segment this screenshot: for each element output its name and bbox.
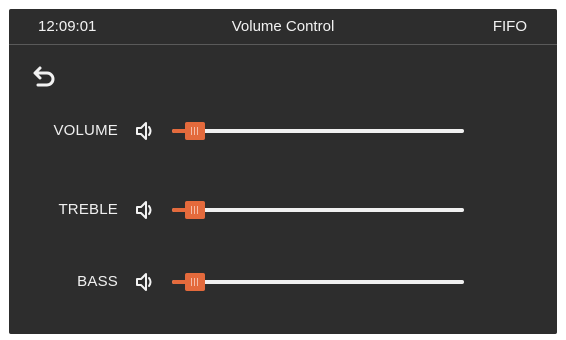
speaker-icon xyxy=(136,273,152,291)
status-bar: 12:09:01 Volume Control FIFO xyxy=(9,9,557,44)
speaker-icon xyxy=(136,201,152,219)
page-title: Volume Control xyxy=(231,18,335,35)
back-button[interactable] xyxy=(30,63,60,93)
bass-slider[interactable] xyxy=(170,272,466,292)
treble-row: TREBLE xyxy=(9,195,557,225)
bass-slider-track xyxy=(172,280,464,284)
treble-slider-track xyxy=(172,208,464,212)
volume-label: VOLUME xyxy=(53,122,118,139)
speaker-icon xyxy=(136,122,152,140)
volume-control-screen: 12:09:01 Volume Control FIFO VOLUME TREB… xyxy=(9,9,557,334)
treble-slider[interactable] xyxy=(170,200,466,220)
volume-slider-thumb[interactable] xyxy=(185,122,206,140)
bass-row: BASS xyxy=(9,267,557,297)
bass-label: BASS xyxy=(77,273,118,290)
bass-slider-thumb[interactable] xyxy=(185,273,206,291)
header-divider xyxy=(9,44,557,45)
volume-slider[interactable] xyxy=(170,121,466,141)
treble-slider-thumb[interactable] xyxy=(185,201,206,219)
back-arrow-icon xyxy=(33,66,55,87)
volume-row: VOLUME xyxy=(9,116,557,146)
volume-slider-track xyxy=(172,129,464,133)
mode-indicator: FIFO xyxy=(492,18,527,35)
treble-label: TREBLE xyxy=(58,201,118,218)
